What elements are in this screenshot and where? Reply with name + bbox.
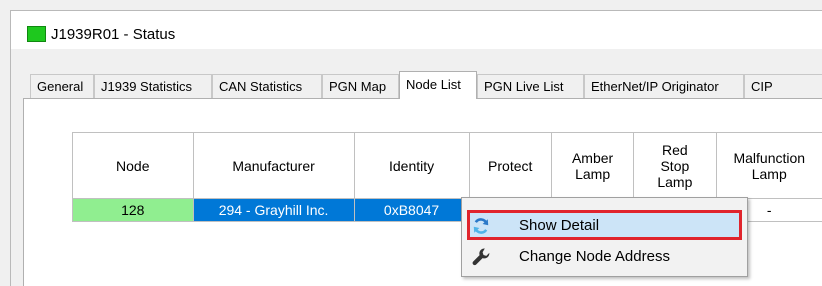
tab-j1939-statistics[interactable]: J1939 Statistics bbox=[94, 74, 212, 98]
table-header-row: Node Manufacturer Identity Protect Amber… bbox=[73, 133, 822, 199]
cell-identity[interactable]: 0xB8047 bbox=[354, 199, 469, 222]
refresh-icon bbox=[471, 216, 491, 236]
title-bar: J1939R01 - Status bbox=[11, 11, 822, 49]
menu-label-change-node-address: Change Node Address bbox=[519, 248, 670, 265]
tab-general[interactable]: General bbox=[30, 74, 94, 98]
tab-cip[interactable]: CIP bbox=[744, 74, 822, 98]
cell-node[interactable]: 128 bbox=[73, 199, 194, 222]
tab-can-statistics[interactable]: CAN Statistics bbox=[212, 74, 322, 98]
column-header-amber-lamp[interactable]: AmberLamp bbox=[551, 133, 633, 199]
window-title: J1939R01 - Status bbox=[51, 26, 175, 44]
column-header-identity[interactable]: Identity bbox=[354, 133, 469, 199]
tab-pgn-live-list[interactable]: PGN Live List bbox=[477, 74, 584, 98]
column-header-malfunction-lamp[interactable]: MalfunctionLamp bbox=[716, 133, 822, 199]
column-header-manufacturer[interactable]: Manufacturer bbox=[193, 133, 354, 199]
menu-label-show-detail: Show Detail bbox=[519, 217, 599, 234]
column-header-protect[interactable]: Protect bbox=[469, 133, 551, 199]
tab-ethernet-ip-originator[interactable]: EtherNet/IP Originator bbox=[584, 74, 744, 98]
menu-item-change-node-address[interactable]: Change Node Address bbox=[467, 242, 742, 272]
column-header-red-stop-lamp[interactable]: RedStopLamp bbox=[634, 133, 716, 199]
tab-pgn-map[interactable]: PGN Map bbox=[322, 74, 399, 98]
menu-item-show-detail[interactable]: Show Detail bbox=[467, 210, 742, 240]
wrench-icon bbox=[471, 247, 491, 267]
tab-strip: General J1939 Statistics CAN Statistics … bbox=[11, 71, 822, 98]
tab-node-list[interactable]: Node List bbox=[399, 71, 477, 99]
context-menu: Show Detail Change Node Address bbox=[461, 197, 748, 277]
column-header-node[interactable]: Node bbox=[73, 133, 194, 199]
status-indicator-icon bbox=[27, 26, 46, 42]
cell-manufacturer[interactable]: 294 - Grayhill Inc. bbox=[193, 199, 354, 222]
